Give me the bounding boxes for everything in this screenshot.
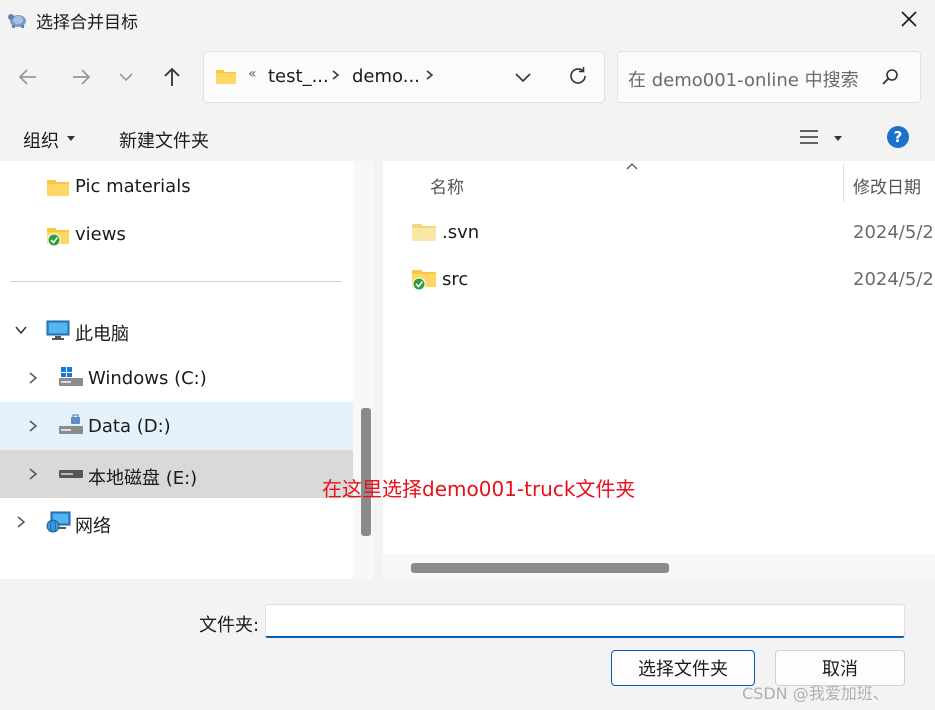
scrollbar-thumb[interactable] (361, 408, 371, 536)
svn-folder-icon (412, 270, 436, 291)
select-folder-button[interactable]: 选择文件夹 (611, 650, 755, 686)
tree-item-this-pc[interactable]: 此电脑 (75, 320, 129, 346)
scrollbar-thumb[interactable] (411, 563, 669, 573)
watermark: CSDN @我爱加班、 (742, 684, 889, 703)
new-folder-button[interactable]: 新建文件夹 (119, 127, 209, 153)
chevron-right-icon[interactable] (330, 65, 342, 85)
file-row-name[interactable]: .svn (442, 222, 479, 243)
windows-drive-icon (59, 367, 83, 386)
help-icon[interactable]: ? (886, 125, 910, 149)
breadcrumb-segment[interactable]: test_... (268, 66, 329, 87)
chevron-right-icon[interactable] (14, 515, 28, 529)
forward-arrow-icon[interactable] (67, 63, 95, 91)
tree-item-data-d[interactable]: Data (D:) (88, 416, 171, 437)
folder-input[interactable] (265, 604, 905, 638)
network-icon (46, 511, 71, 533)
window-title: 选择合并目标 (36, 13, 138, 33)
breadcrumb-overflow[interactable]: « (248, 66, 257, 82)
chevron-right-icon[interactable] (26, 371, 40, 385)
folder-icon (412, 224, 436, 241)
tree-item-windows-c[interactable]: Windows (C:) (88, 368, 207, 389)
chevron-down-icon[interactable] (14, 323, 28, 337)
drive-icon (59, 470, 83, 478)
file-row-date: 2024/5/2 (853, 222, 934, 243)
tree-item-views[interactable]: views (75, 224, 126, 245)
view-options-icon[interactable] (798, 127, 820, 147)
folder-field-label: 文件夹: (199, 615, 260, 636)
column-divider[interactable] (843, 164, 844, 202)
column-header-name[interactable]: 名称 (430, 173, 464, 198)
folder-icon (216, 70, 236, 84)
annotation-text: 在这里选择demo001-truck文件夹 (322, 477, 636, 501)
organize-menu-button[interactable]: 组织 (23, 127, 59, 153)
chevron-down-icon[interactable] (512, 66, 534, 88)
title-bar (0, 0, 935, 40)
recent-locations-chevron-icon[interactable] (112, 63, 140, 91)
svg-text:?: ? (894, 128, 903, 146)
tree-item-network[interactable]: 网络 (75, 512, 111, 538)
up-arrow-icon[interactable] (158, 63, 186, 91)
folder-icon (47, 180, 69, 196)
pane-splitter[interactable] (373, 161, 383, 579)
back-arrow-icon[interactable] (14, 63, 42, 91)
tree-divider (10, 281, 342, 282)
close-icon[interactable] (893, 4, 925, 34)
refresh-icon[interactable] (566, 64, 590, 88)
monitor-icon (46, 320, 70, 340)
search-icon[interactable] (880, 67, 900, 87)
chevron-right-icon[interactable] (26, 467, 40, 481)
file-row-date: 2024/5/2 (853, 269, 934, 290)
file-row-name[interactable]: src (442, 269, 468, 290)
caret-down-icon[interactable] (66, 134, 76, 142)
sort-ascending-icon (626, 163, 638, 170)
search-input[interactable]: 在 demo001-online 中搜索 (628, 66, 859, 92)
svn-folder-icon (47, 228, 69, 247)
tree-item-local-disk-e[interactable]: 本地磁盘 (E:) (88, 464, 197, 490)
column-header-date[interactable]: 修改日期 (853, 173, 921, 198)
tortoise-app-icon (8, 14, 26, 28)
drive-icon (59, 414, 83, 434)
chevron-right-icon[interactable] (26, 419, 40, 433)
tree-row-selected[interactable] (0, 402, 353, 450)
tree-item-pic-materials[interactable]: Pic materials (75, 176, 191, 197)
caret-down-icon[interactable] (833, 134, 843, 142)
chevron-right-icon[interactable] (424, 65, 436, 85)
breadcrumb-segment[interactable]: demo... (352, 66, 420, 87)
